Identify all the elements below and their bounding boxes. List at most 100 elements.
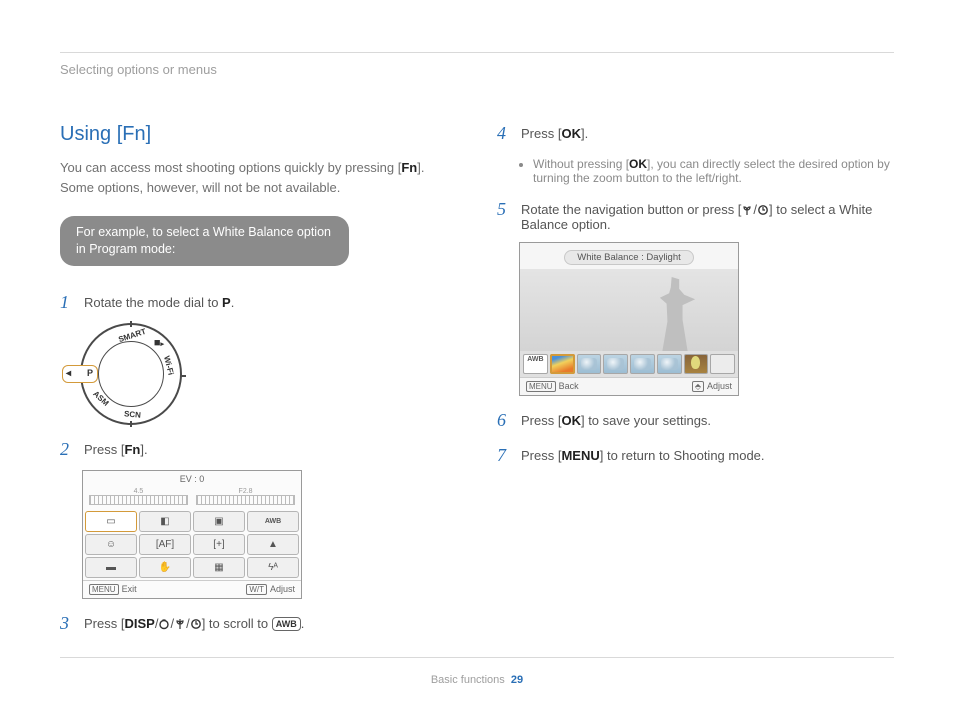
fn-cell: [+] — [193, 534, 245, 555]
step-number: 4 — [497, 123, 521, 144]
fn-cell: ▦ — [193, 557, 245, 578]
step-1: 1 Rotate the mode dial to P. — [60, 292, 457, 313]
section-heading: Using [Fn] — [60, 123, 457, 146]
mode-dial: SMART Wi-Fi SCN ASM ■▸ P — [80, 323, 182, 425]
right-column: 4 Press [OK]. Without pressing [OK], you… — [497, 123, 894, 644]
menu-icon: MENU — [89, 584, 119, 595]
s4sa: Without pressing [ — [533, 157, 629, 171]
step-text: Rotate the mode dial to P. — [84, 292, 234, 313]
dial-pointer: P — [62, 365, 98, 383]
left-column: Using [Fn] You can access most shooting … — [60, 123, 457, 644]
page-footer: Basic functions 29 — [0, 674, 954, 686]
wb-tungsten-icon — [657, 354, 682, 374]
ok-icon: OK — [561, 413, 581, 428]
ruler-tr: F2.8 — [196, 488, 295, 495]
footer-label: Basic functions — [431, 674, 505, 686]
step-2: 2 Press [Fn]. — [60, 439, 457, 460]
timer-icon — [158, 618, 170, 630]
fn-adjust-label: Adjust — [270, 584, 295, 594]
s1a: Rotate the mode dial to — [84, 295, 222, 310]
wb-screen: White Balance : Daylight AWB MENUBack — [519, 242, 739, 396]
step-3: 3 Press [DISP///] to scroll to AWB. — [60, 613, 457, 634]
fn-exit: MENUExit — [89, 584, 137, 595]
adjust-icon: ⬘ — [692, 381, 704, 392]
fn-cell: ▣ — [193, 511, 245, 532]
wb-back: MENUBack — [526, 381, 579, 392]
fn-cell: ϟᴬ — [247, 557, 299, 578]
wb-adjust: ⬘Adjust — [692, 381, 732, 392]
wt-icon: W/T — [246, 584, 267, 595]
macro-icon — [174, 618, 186, 630]
s4a: Press [ — [521, 126, 561, 141]
fn-screen: EV : 0 4.5 F2.8 ▭ ◧ ▣ AWB ☺ — [82, 470, 302, 599]
wb-auto-icon: AWB — [523, 354, 548, 374]
circle-timer-icon — [757, 204, 769, 216]
fn-label: Fn — [124, 442, 140, 457]
menu-icon: MENU — [561, 448, 599, 463]
focal-ruler: 4.5 — [89, 488, 188, 505]
fn-exit-label: Exit — [122, 584, 137, 594]
wb-custom-icon — [710, 354, 735, 374]
s3a: Press [ — [84, 616, 124, 631]
ok-icon: OK — [561, 126, 581, 141]
step-4: 4 Press [OK]. — [497, 123, 894, 144]
circle-timer-icon — [190, 618, 202, 630]
step-4-sub: Without pressing [OK], you can directly … — [533, 154, 894, 185]
pill-l1: For example, to select a White Balance o… — [76, 225, 331, 239]
wb-back-label: Back — [559, 381, 579, 391]
example-pill: For example, to select a White Balance o… — [60, 216, 349, 266]
wb-fluorescent-l-icon — [630, 354, 655, 374]
pill-l2: in Program mode: — [76, 242, 175, 256]
fn-cell-awb: AWB — [247, 511, 299, 532]
intro-a: You can access most shooting options qui… — [60, 160, 401, 175]
menu-icon: MENU — [526, 381, 556, 392]
s6b: ] to save your settings. — [581, 413, 711, 428]
step-text: Press [OK] to save your settings. — [521, 410, 711, 431]
s5a: Rotate the navigation button or press [ — [521, 202, 741, 217]
wb-title: White Balance : Daylight — [564, 250, 694, 265]
step-4-sub-list: Without pressing [OK], you can directly … — [497, 154, 894, 185]
step-7: 7 Press [MENU] to return to Shooting mod… — [497, 445, 894, 466]
step-5: 5 Rotate the navigation button or press … — [497, 199, 894, 232]
step-number: 6 — [497, 410, 521, 431]
s7a: Press [ — [521, 448, 561, 463]
wb-cloudy-icon — [577, 354, 602, 374]
disp-icon: DISP — [124, 616, 154, 631]
silhouette-icon — [654, 277, 696, 351]
step-number: 3 — [60, 613, 84, 634]
step-number: 1 — [60, 292, 84, 313]
step-text: Press [DISP///] to scroll to AWB. — [84, 613, 304, 634]
fn-cell: ▭ — [85, 511, 137, 532]
wb-daylight-icon — [550, 354, 575, 374]
fn-label: Fn — [401, 160, 417, 175]
wb-preview — [520, 269, 738, 351]
s2b: ]. — [140, 442, 147, 457]
fn-cell: ✋ — [139, 557, 191, 578]
macro-icon — [741, 204, 753, 216]
ok-icon: OK — [629, 157, 647, 171]
fn-cell: ▬ — [85, 557, 137, 578]
s4b: ]. — [581, 126, 588, 141]
wb-bulb-icon — [684, 354, 709, 374]
page-number: 29 — [511, 674, 523, 686]
wb-adjust-label: Adjust — [707, 381, 732, 391]
step-number: 7 — [497, 445, 521, 466]
breadcrumb: Selecting options or menus — [60, 62, 894, 83]
fn-ev: EV : 0 — [83, 471, 301, 487]
step-text: Rotate the navigation button or press [/… — [521, 199, 894, 232]
ruler-tl: 4.5 — [89, 488, 188, 495]
wb-strip: AWB — [520, 351, 738, 377]
fn-cell: ◧ — [139, 511, 191, 532]
dial-scn: SCN — [124, 409, 142, 419]
s6a: Press [ — [521, 413, 561, 428]
step-6: 6 Press [OK] to save your settings. — [497, 410, 894, 431]
wb-fluorescent-h-icon — [603, 354, 628, 374]
s3c: . — [301, 616, 305, 631]
s2a: Press [ — [84, 442, 124, 457]
awb-badge: AWB — [272, 617, 301, 631]
dial-video-icon: ■▸ — [154, 337, 164, 349]
mode-p-icon: P — [222, 295, 231, 310]
intro-text: You can access most shooting options qui… — [60, 158, 457, 198]
s7b: ] to return to Shooting mode. — [600, 448, 765, 463]
step-number: 2 — [60, 439, 84, 460]
